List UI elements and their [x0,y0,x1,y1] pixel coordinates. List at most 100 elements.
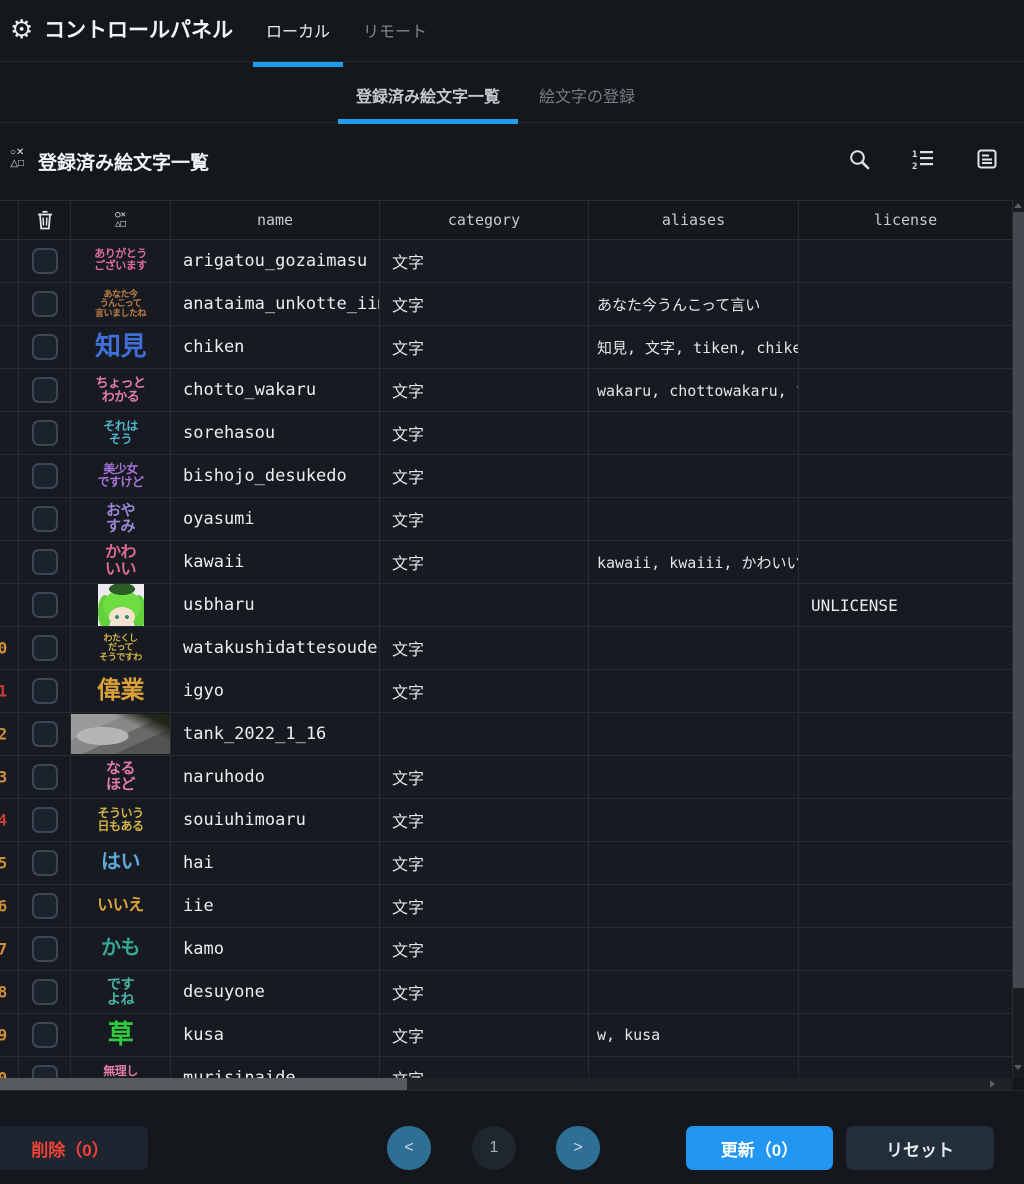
emoji-table: name category aliases license 1ありがとうございま… [0,200,1013,1078]
row-id: 11 [0,682,7,701]
row-id-cell: 1 [0,240,19,282]
row-emoji-cell: 知見 [71,326,171,368]
row-checkbox-cell [19,1014,71,1056]
row-checkbox[interactable] [32,807,58,833]
row-checkbox[interactable] [32,1065,58,1078]
tab-remote[interactable]: リモート [360,18,430,42]
tab-emoji-register[interactable]: 絵文字の登録 [528,83,646,107]
table-row[interactable]: 3知見chiken文字知見, 文字, tiken, chike [0,326,1013,369]
row-checkbox-cell [19,842,71,884]
row-checkbox[interactable] [32,377,58,403]
row-checkbox[interactable] [32,420,58,446]
horizontal-scrollbar-thumb[interactable] [0,1078,407,1090]
app-bar: ⚙ コントロールパネル ローカル リモート [0,0,1024,62]
page-current[interactable]: 1 [472,1126,516,1170]
row-id-cell: 5 [0,412,19,454]
cell-category: 文字 [380,670,589,712]
row-id-cell: 20 [0,1057,19,1078]
table-row[interactable]: 15はいhai文字 [0,842,1013,885]
table-row[interactable]: 20無理しないでmurisinaide文字 [0,1057,1013,1078]
cell-category: 文字 [380,541,589,583]
table-row[interactable]: 14そういう日もあるsouiuhimoaru文字 [0,799,1013,842]
row-emoji-cell: そういう日もある [71,799,171,841]
table-row[interactable]: 13なるほどnaruhodo文字 [0,756,1013,799]
update-button[interactable]: 更新（0） [686,1126,833,1170]
cell-aliases: kawaii, kwaiii, かわいい [589,541,799,583]
vertical-scrollbar-thumb[interactable] [1013,212,1024,988]
vertical-scrollbar[interactable] [1013,200,1024,1078]
row-checkbox[interactable] [32,463,58,489]
table-row[interactable]: 7おやすみoyasumi文字 [0,498,1013,541]
row-checkbox[interactable] [32,936,58,962]
document-button[interactable] [974,146,1000,172]
scroll-up-icon[interactable] [1014,203,1022,208]
cell-name: naruhodo [171,756,380,798]
row-checkbox-cell [19,240,71,282]
row-checkbox[interactable] [32,549,58,575]
row-checkbox[interactable] [32,635,58,661]
search-button[interactable] [846,146,872,172]
cell-aliases [589,928,799,970]
row-id: 10 [0,639,7,658]
sort-numbered-button[interactable]: 1 2 [910,146,936,172]
cell-category: 文字 [380,799,589,841]
reset-button[interactable]: リセット [846,1126,994,1170]
cell-category: 文字 [380,627,589,669]
tab-registered-emoji-list[interactable]: 登録済み絵文字一覧 [338,83,518,107]
row-id: 14 [0,811,7,830]
emoji-image: 美少女ですけど [97,463,143,488]
row-checkbox-cell [19,455,71,497]
row-checkbox[interactable] [32,721,58,747]
row-checkbox[interactable] [32,592,58,618]
row-emoji-cell: ありがとうございます [71,240,171,282]
cell-category [380,584,589,626]
sub-nav: 登録済み絵文字一覧 絵文字の登録 [0,63,1024,123]
row-emoji-cell: 無理しないで [71,1057,171,1078]
row-checkbox[interactable] [32,334,58,360]
table-row[interactable]: 6美少女ですけどbishojo_desukedo文字 [0,455,1013,498]
cell-name: hai [171,842,380,884]
cell-name: kawaii [171,541,380,583]
table-row[interactable]: 12tank_2022_1_16 [0,713,1013,756]
row-checkbox-cell [19,928,71,970]
table-row[interactable]: 19草kusa文字w, kusa [0,1014,1013,1057]
row-id-cell: 15 [0,842,19,884]
row-checkbox[interactable] [32,678,58,704]
section-header: 登録済み絵文字一覧 1 2 [0,124,1024,200]
cell-name: desuyone [171,971,380,1013]
table-row[interactable]: 11偉業igyo文字 [0,670,1013,713]
table-row[interactable]: 8かわいいkawaii文字kawaii, kwaiii, かわいい [0,541,1013,584]
table-row[interactable]: 18ですよねdesuyone文字 [0,971,1013,1014]
scroll-right-icon[interactable] [990,1080,995,1088]
row-checkbox[interactable] [32,506,58,532]
cell-category: 文字 [380,240,589,282]
cell-license [799,412,1013,454]
cell-aliases [589,756,799,798]
row-emoji-cell: いいえ [71,885,171,927]
row-checkbox[interactable] [32,248,58,274]
table-row[interactable]: 10わたくしだってそうですわwatakushidattesoudesu文字 [0,627,1013,670]
row-checkbox[interactable] [32,979,58,1005]
table-row[interactable]: 5それはそうsorehasou文字 [0,412,1013,455]
horizontal-scrollbar[interactable] [0,1078,1013,1090]
row-checkbox[interactable] [32,893,58,919]
table-row[interactable]: 17かもkamo文字 [0,928,1013,971]
scroll-down-icon[interactable] [1014,1065,1022,1070]
row-checkbox[interactable] [32,850,58,876]
table-row[interactable]: 16いいえiie文字 [0,885,1013,928]
delete-button[interactable]: 削除（0） [0,1126,148,1170]
svg-text:1: 1 [912,150,917,160]
row-checkbox[interactable] [32,764,58,790]
table-row[interactable]: 2あなた今うんこって言いましたねanataima_unkotte_iima文字あ… [0,283,1013,326]
table-row[interactable]: 9usbharuUNLICENSE [0,584,1013,627]
page-prev-button[interactable]: < [387,1126,431,1170]
row-emoji-cell: それはそう [71,412,171,454]
emoji-image: ちょっとわかる [95,376,145,404]
tab-local[interactable]: ローカル [253,18,343,42]
table-row[interactable]: 1ありがとうございますarigatou_gozaimasu文字 [0,240,1013,283]
page-next-button[interactable]: > [556,1126,600,1170]
row-checkbox[interactable] [32,291,58,317]
cell-license [799,283,1013,325]
row-checkbox[interactable] [32,1022,58,1048]
table-row[interactable]: 4ちょっとわかるchotto_wakaru文字wakaru, chottowak… [0,369,1013,412]
